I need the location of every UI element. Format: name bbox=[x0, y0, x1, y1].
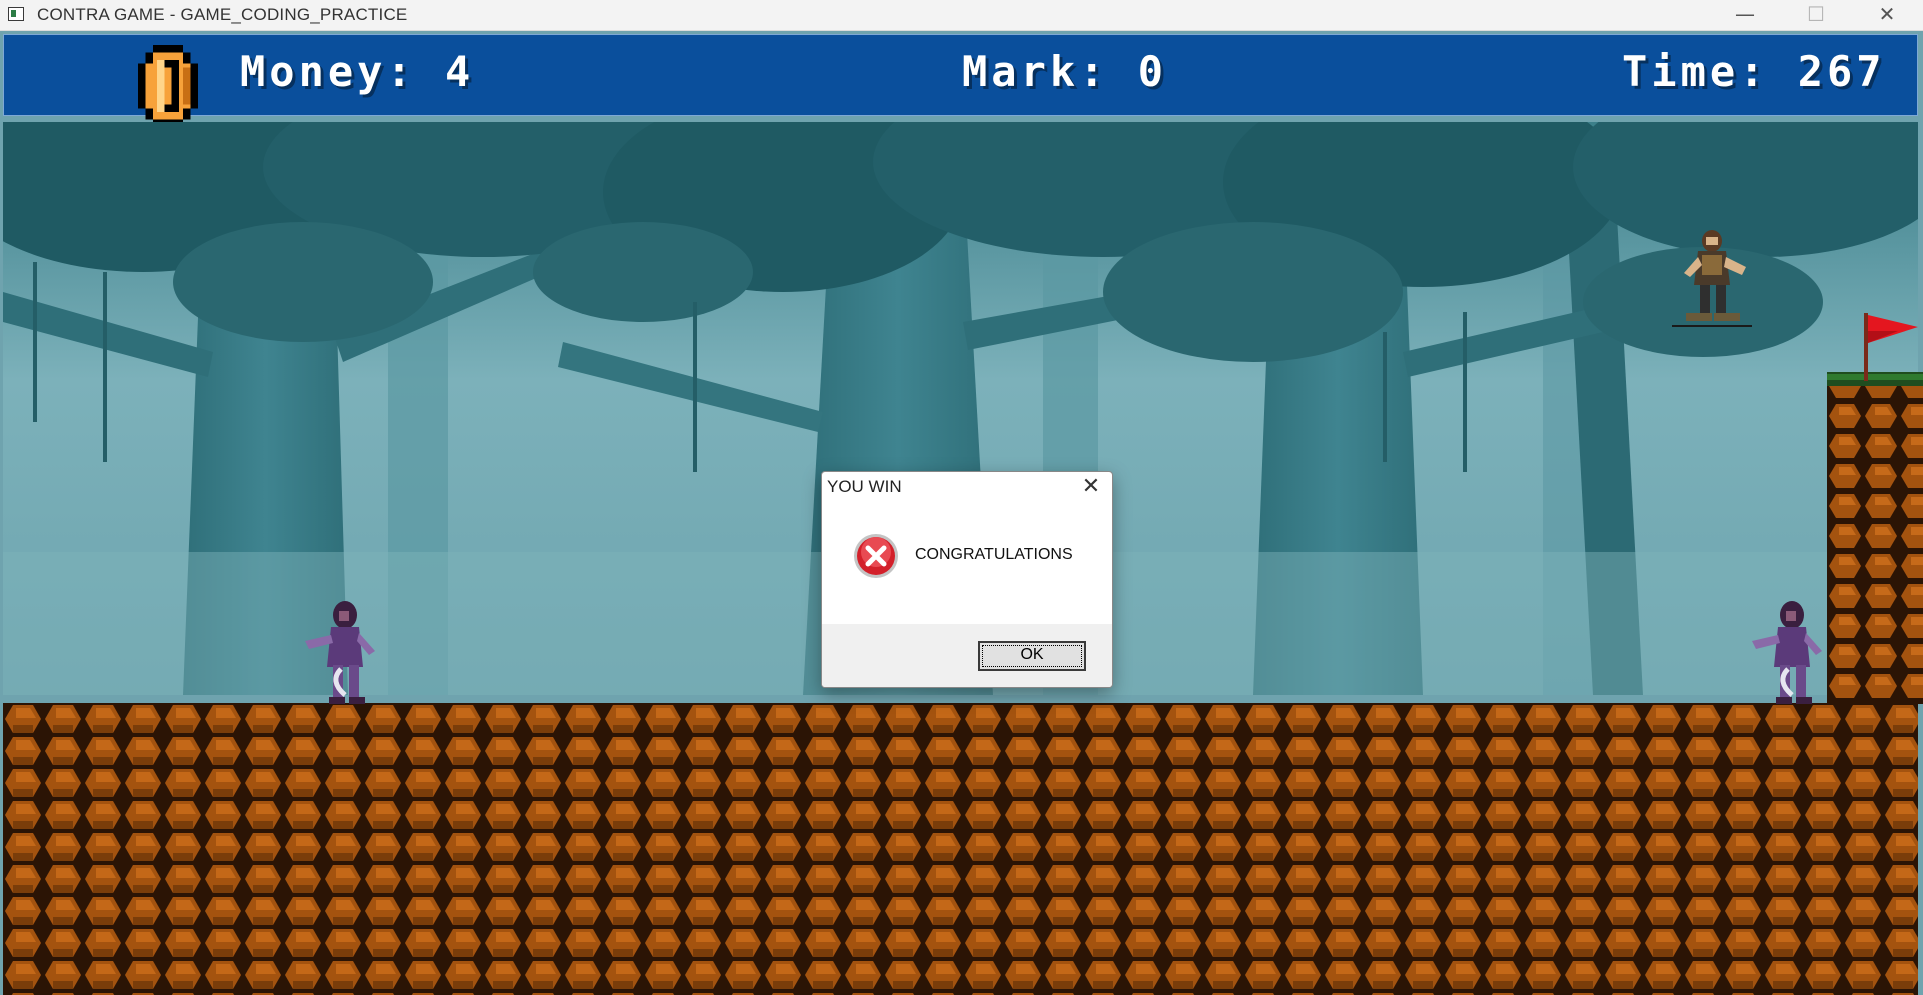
dialog-message: CONGRATULATIONS bbox=[915, 546, 1073, 563]
window-title: CONTRA GAME - GAME_CODING_PRACTICE bbox=[37, 5, 408, 24]
player-soldier bbox=[1672, 230, 1752, 327]
hud-bar: Money: 4 Mark: 0 Time: 267 bbox=[3, 34, 1918, 127]
enemy-zombie-right bbox=[1752, 601, 1822, 704]
goal-flag bbox=[1864, 313, 1918, 381]
mark-counter: Mark: 0 bbox=[962, 47, 1168, 96]
dialog-title: YOU WIN bbox=[827, 477, 902, 496]
dialog-close-button[interactable]: ✕ bbox=[1077, 475, 1105, 501]
dialog-body: CONGRATULATIONS bbox=[822, 506, 1112, 624]
minimize-button[interactable]: — bbox=[1710, 0, 1780, 30]
app-icon bbox=[8, 7, 24, 21]
time-counter: Time: 267 bbox=[1622, 47, 1886, 96]
enemy-zombie-left bbox=[305, 601, 375, 704]
you-win-dialog: YOU WIN ✕ CONGRATULATIONS OK bbox=[821, 471, 1113, 688]
window-title-bar: CONTRA GAME - GAME_CODING_PRACTICE — ☐ ✕ bbox=[0, 0, 1923, 31]
game-canvas[interactable]: Money: 4 Mark: 0 Time: 267 YOU WIN ✕ CON… bbox=[0, 31, 1923, 995]
money-counter: Money: 4 bbox=[240, 47, 475, 96]
ok-button[interactable]: OK bbox=[978, 641, 1086, 671]
ground-pillar bbox=[1827, 372, 1923, 704]
dialog-footer: OK bbox=[822, 624, 1112, 687]
coin-icon bbox=[138, 45, 198, 127]
ground-terrain bbox=[3, 703, 1918, 995]
error-icon bbox=[854, 534, 898, 578]
maximize-button[interactable]: ☐ bbox=[1781, 0, 1851, 30]
close-window-button[interactable]: ✕ bbox=[1852, 0, 1922, 30]
